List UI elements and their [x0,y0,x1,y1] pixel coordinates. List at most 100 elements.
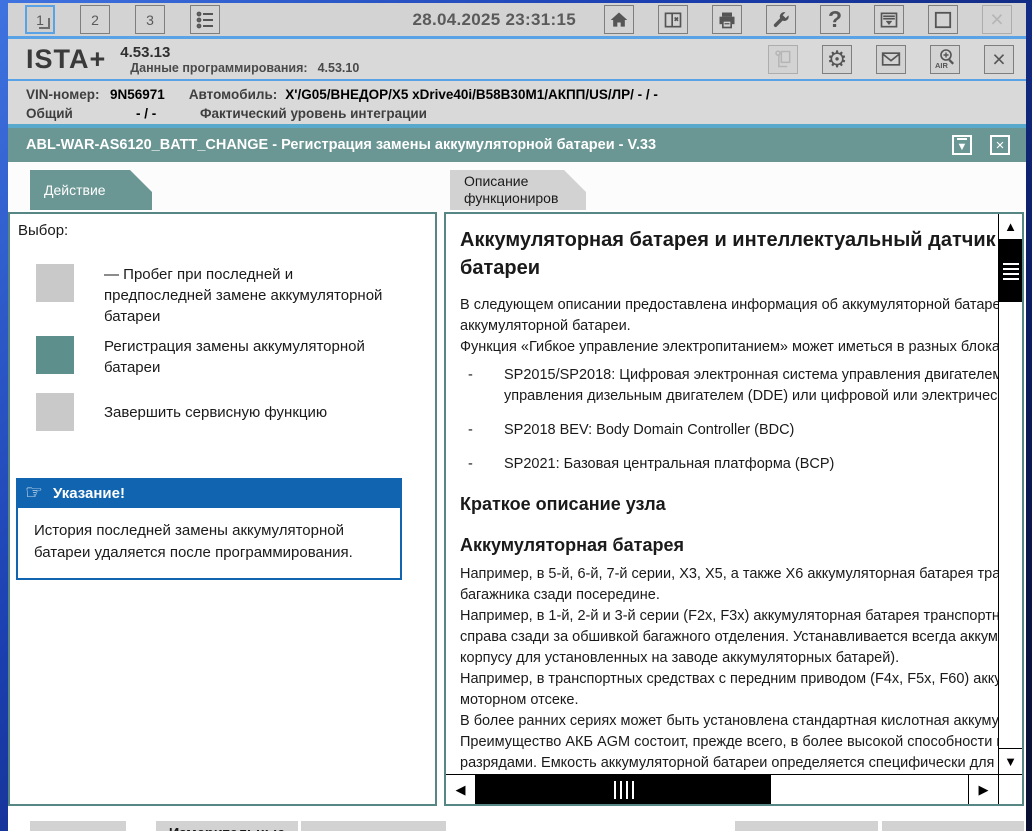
measuring-devices-button[interactable]: Измерительные приборы [156,821,298,831]
dialog-title: ABL-WAR-AS6120_BATT_CHANGE - Регистрация… [26,137,657,153]
selection-label: Выбор: [18,222,69,239]
article-line: багажника сзади посередине. [460,587,660,603]
close-icon: × [990,6,1004,32]
vehicle-info-bar: VIN-номер: 9N56971 Автомобиль: X'/G05/ВН… [8,81,1026,140]
list-icon [195,10,215,30]
option-checkbox[interactable] [36,264,74,302]
option-mileage-history[interactable]: — Пробег при последней и предпоследней з… [36,264,404,327]
gear-icon: ⚙ [826,45,848,72]
air-magnifier-icon: AIR [933,47,957,71]
scroll-up-button[interactable]: ▲ [999,214,1022,240]
air-search-button[interactable]: AIR [930,44,960,74]
option-finish-service-function[interactable]: Завершить сервисную функцию [36,393,327,431]
article-bullet: - SP2018 BEV: Body Domain Controller (BD… [460,420,998,441]
service-tools-button[interactable] [766,5,796,34]
session-tab-2[interactable]: 2 [80,5,110,34]
article-subheading: Краткое описание узла [460,494,666,514]
article-subheading: Аккумуляторная батарея [460,535,684,555]
horizontal-scroll-thumb[interactable] [476,775,772,804]
article-line: аккумуляторной батареи. [460,318,631,334]
window-close-icon [663,10,683,30]
article-line: моторном отсеке. [460,692,579,708]
vertical-scrollbar[interactable]: ▲ ▼ [998,214,1022,774]
option-checkbox-selected[interactable] [36,336,74,374]
dialog-title-bar: ABL-WAR-AS6120_BATT_CHANGE - Регистрация… [8,128,1026,162]
scroll-right-button[interactable]: ▶ [968,775,998,804]
footer-button-bar: назад Измерительные приборы Клавиатура Н… [8,812,1026,831]
article-heading: батареи [460,257,541,279]
maximize-button[interactable] [928,5,958,34]
session-tab-3[interactable]: 3 [135,5,165,34]
svg-text:AIR: AIR [935,61,949,70]
article-line: В более ранних сериях может быть установ… [460,713,998,729]
article-line: разрядами. Емкость аккумуляторной батаре… [460,755,998,771]
notice-header: ☞ Указание! [16,478,402,508]
tab-description-label: Описание функциониров [464,173,559,206]
keyboard-button[interactable]: Клавиатура [301,821,446,831]
horizontal-scrollbar[interactable]: ◀ ▶ [446,775,998,804]
article-heading: Аккумуляторная батарея и интеллектуальны… [460,229,996,251]
prog-data-version: 4.53.10 [317,60,360,75]
option-register-battery-change[interactable]: Регистрация замены аккумуляторной батаре… [36,336,404,378]
toggle-display-button[interactable] [874,5,904,34]
back-button[interactable]: назад [30,821,126,831]
envelope-icon [881,49,901,69]
option-label: — Пробег при последней и предпоследней з… [104,266,383,325]
article-line: Функция «Гибкое управление электропитани… [460,339,998,355]
vertical-scroll-track[interactable] [999,240,1022,748]
scroll-grip [1002,262,1019,280]
app-logo: ISTA+ [26,43,107,74]
option-checkbox[interactable] [36,393,74,431]
collapse-dialog-button[interactable]: ▼ [952,135,972,155]
close-session-button[interactable]: × [984,44,1014,74]
up-arrow-icon: ▲ [1004,219,1017,234]
panel-gap [437,212,444,806]
article-bullet: - SP2021: Базовая центральная платформа … [460,454,998,475]
bullet-dash: - [468,456,473,472]
down-arrow-icon: ▼ [1004,754,1017,769]
top-toolbar: 1 2 3 28.04.2025 23:31:15 ? × [8,3,1026,36]
continue-button[interactable]: Продолжить [882,821,1024,831]
horizontal-scroll-track[interactable] [476,775,968,804]
close-window-button[interactable]: × [982,5,1012,34]
documents-icon [773,49,793,69]
collapse-bar-icon [957,137,967,140]
bullet-dash: - [468,422,473,438]
close-dialog-button[interactable]: × [990,135,1010,155]
fullscreen-button[interactable]: На весь экран [735,821,878,831]
ista-window: 1 2 3 28.04.2025 23:31:15 ? × ISTA+ 4.53… [8,3,1026,831]
article-line: справа сзади за обшивкой багажного отдел… [460,629,998,645]
maximize-icon [934,11,952,29]
description-panel: Аккумуляторная батарея и интеллектуальны… [444,212,1024,806]
article-line: В следующем описании предоставлена инфор… [460,297,998,313]
main-content: Выбор: — Пробег при последней и предпосл… [8,210,1026,812]
vehicle-label: Автомобиль: [188,87,278,102]
help-button[interactable]: ? [820,5,850,34]
print-button[interactable] [712,5,742,34]
parallel-operations-button[interactable] [658,5,688,34]
vertical-scroll-thumb[interactable] [999,240,1022,302]
scroll-left-button[interactable]: ◀ [446,775,476,804]
tab-action-label: Действие [44,182,106,198]
option-label: Регистрация замены аккумуляторной батаре… [104,338,365,376]
question-icon: ? [827,6,843,32]
ista-header: ISTA+ 4.53.13 Данные программирования: 4.… [8,39,1026,79]
session-list-button[interactable] [190,5,220,34]
monitor-collapse-icon [879,10,899,30]
notice-title: Указание! [52,484,125,502]
left-arrow-icon: ◀ [455,781,466,797]
tab-function-description[interactable]: Описание функциониров [450,170,586,210]
article-line: Например, в транспортных средствах с пер… [460,671,998,687]
dialog-tabs: Действие Описание функциониров [8,162,1026,210]
tab-action[interactable]: Действие [30,170,152,210]
vin-value: 9N56971 [110,87,165,102]
app-version: 4.53.13 [120,43,171,61]
messages-button[interactable] [876,44,906,74]
close-icon: × [992,45,1006,72]
session-tab-1[interactable]: 1 [25,5,55,34]
scroll-down-button[interactable]: ▼ [999,748,1022,774]
settings-button[interactable]: ⚙ [822,44,852,74]
copy-report-button[interactable] [768,44,798,74]
right-arrow-icon: ▶ [978,781,989,797]
home-button[interactable] [604,5,634,34]
